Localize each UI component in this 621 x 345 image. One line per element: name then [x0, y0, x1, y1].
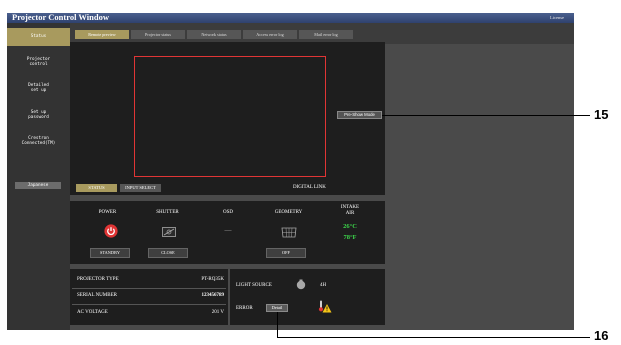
- language-button[interactable]: Japanese: [15, 182, 61, 189]
- sidebar-item-detailed-set-up[interactable]: Detailed set up: [7, 83, 70, 93]
- tab-remote-preview[interactable]: Remote preview: [75, 30, 129, 39]
- sidebar-item-projector-control[interactable]: Projector control: [7, 57, 70, 67]
- serial-number-value: 123456789: [201, 293, 225, 298]
- callout-line-16: [277, 337, 590, 338]
- light-source-label: LIGHT SOURCE: [236, 283, 272, 288]
- title-bar: Projector Control Window License: [7, 12, 574, 23]
- shutter-icon[interactable]: [162, 227, 176, 237]
- ac-voltage-value: 201 V: [211, 310, 224, 315]
- callout-number-16: 16: [594, 328, 609, 343]
- tab-mail-error-log[interactable]: Mail error log: [299, 30, 353, 39]
- standby-button[interactable]: STANDBY: [90, 248, 130, 258]
- error-detail-button[interactable]: Detail: [266, 304, 288, 312]
- callout-line-16-vertical: [277, 312, 278, 337]
- shutter-close-button[interactable]: CLOSE: [148, 248, 188, 258]
- intake-air-fahrenheit: 78°F: [343, 234, 357, 241]
- power-label: POWER: [98, 210, 117, 215]
- osd-label: OSD: [222, 210, 233, 215]
- light-source-hours: 4H: [320, 283, 327, 288]
- callout-number-15: 15: [594, 107, 609, 122]
- sidebar: [7, 23, 70, 330]
- window-title: Projector Control Window: [12, 12, 109, 22]
- osd-value: —: [224, 226, 232, 234]
- sidebar-item-set-up-password[interactable]: Set up password: [7, 110, 70, 120]
- tab-projector-status[interactable]: Projector status: [131, 30, 185, 39]
- intake-air-label: INTAKE AIR: [330, 205, 370, 216]
- geometry-icon[interactable]: [281, 227, 297, 238]
- projector-type-label: PROJECTOR TYPE: [77, 277, 119, 282]
- tab-network-status[interactable]: Network status: [187, 30, 241, 39]
- shutter-label: SHUTTER: [156, 210, 179, 215]
- callout-line-15: [382, 115, 590, 116]
- light-error-panel: [230, 269, 385, 325]
- license-link[interactable]: License: [550, 15, 564, 20]
- error-label: ERROR: [236, 306, 253, 311]
- current-input-label: DIGITAL LINK: [293, 185, 326, 190]
- power-icon[interactable]: [104, 224, 118, 238]
- info-divider: [72, 304, 226, 305]
- pre-show-mode-button[interactable]: Pre-Show Mode: [337, 111, 382, 119]
- light-bulb-icon: [296, 279, 306, 290]
- geometry-off-button[interactable]: OFF: [266, 248, 306, 258]
- info-divider: [72, 288, 226, 289]
- preview-image-frame: [134, 56, 326, 177]
- tab-access-error-log[interactable]: Access error log: [243, 30, 297, 39]
- sidebar-item-status[interactable]: Status: [7, 28, 70, 46]
- projector-type-value: PT-RQ35K: [201, 277, 224, 282]
- intake-air-label-line2: AIR: [345, 210, 355, 216]
- geometry-label: GEOMETRY: [274, 210, 303, 215]
- subtab-input-select[interactable]: INPUT SELECT: [120, 184, 161, 192]
- intake-air-celsius: 26°C: [343, 223, 357, 230]
- sidebar-item-crestron-connected[interactable]: Crestron Connected(TM): [7, 136, 70, 146]
- ac-voltage-label: AC VOLTAGE: [77, 310, 108, 315]
- subtab-status[interactable]: STATUS: [76, 184, 117, 192]
- serial-number-label: SERIAL NUMBER: [77, 293, 117, 298]
- temperature-warning-icon: [318, 300, 332, 313]
